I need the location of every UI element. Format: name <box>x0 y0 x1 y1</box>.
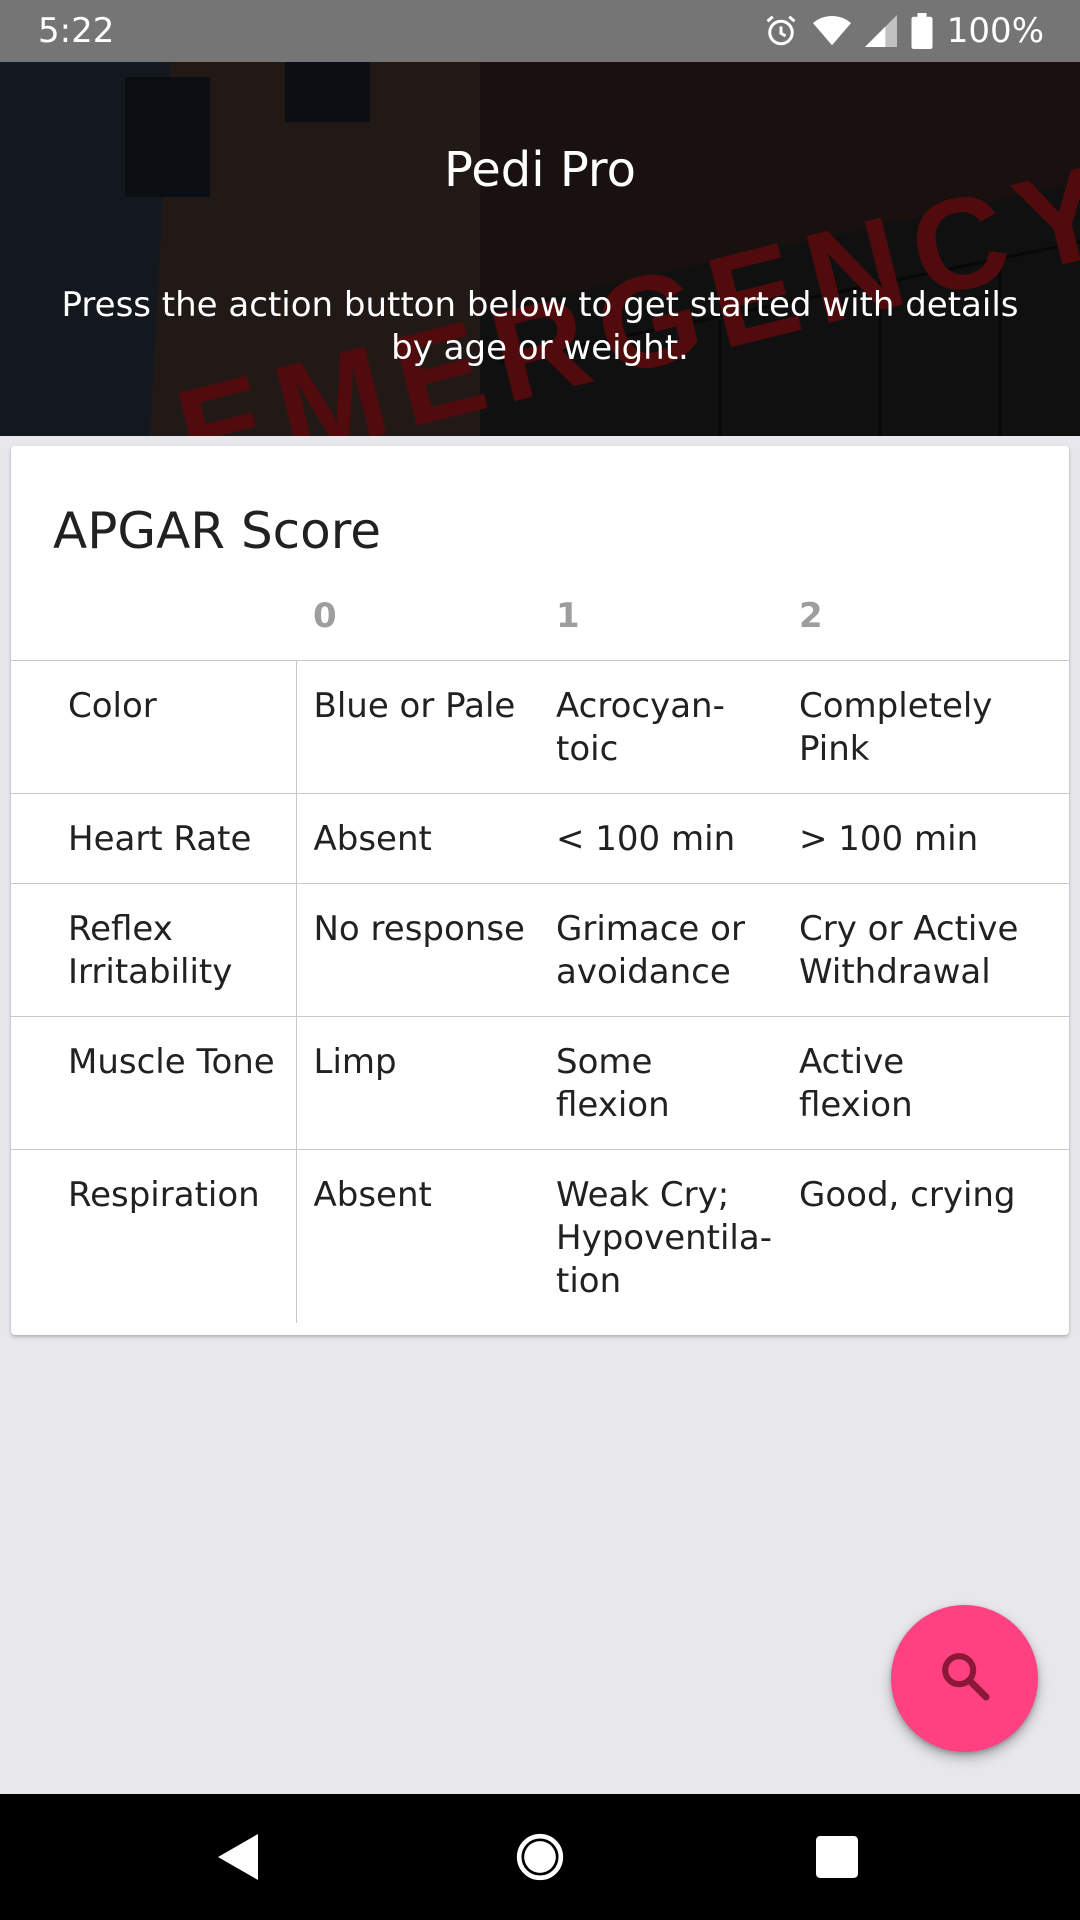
table-cell: Grimace or avoidance <box>539 883 782 1017</box>
wifi-icon <box>812 14 851 48</box>
table-cell: Completely Pink <box>782 660 1069 794</box>
home-icon <box>516 1833 564 1881</box>
table-cell: Active flexion <box>782 1016 1069 1150</box>
apgar-title: APGAR Score <box>53 502 381 560</box>
table-cell: Good, crying <box>782 1149 1069 1323</box>
table-cell: > 100 min <box>782 793 1069 884</box>
recents-icon <box>816 1836 858 1878</box>
table-cell: < 100 min <box>539 793 782 884</box>
table-cell: Cry or Active Withdrawal <box>782 883 1069 1017</box>
table-row: Heart Rate Absent < 100 min > 100 min <box>11 793 1069 884</box>
search-fab-button[interactable] <box>891 1605 1038 1752</box>
signal-icon <box>864 14 897 48</box>
table-cell: No response <box>296 883 539 1017</box>
status-time: 5:22 <box>38 11 115 51</box>
table-row: Muscle Tone Limp Some flexion Active flex… <box>11 1016 1069 1150</box>
search-icon <box>937 1648 993 1709</box>
table-row: Respiration Absent Weak Cry; Hypoventila-… <box>11 1149 1069 1323</box>
status-icons: 100% <box>763 11 1044 51</box>
table-row: Color Blue or Pale Acrocyan-toic Complet… <box>11 660 1069 794</box>
column-header-1: 1 <box>556 596 580 636</box>
row-label-reflex-irritability: Reflex Irritability <box>11 883 297 1017</box>
table-cell: Weak Cry; Hypoventila-tion <box>539 1149 782 1323</box>
table-cell: Acrocyan-toic <box>539 660 782 794</box>
row-label-heart-rate: Heart Rate <box>11 793 297 884</box>
table-cell: Absent <box>296 793 539 884</box>
battery-percent: 100% <box>946 11 1044 51</box>
app-title: Pedi Pro <box>444 142 636 198</box>
row-label-color: Color <box>11 660 297 794</box>
alarm-icon <box>763 13 799 49</box>
table-row: Reflex Irritability No response Grimace o… <box>11 883 1069 1017</box>
status-bar: 5:22 100% <box>0 0 1080 62</box>
row-label-respiration: Respiration <box>11 1149 297 1323</box>
recents-button[interactable] <box>777 1794 897 1920</box>
battery-icon <box>911 13 933 49</box>
home-button[interactable] <box>480 1794 600 1920</box>
header-overlay <box>0 62 1080 436</box>
table-cell: Limp <box>296 1016 539 1150</box>
back-icon <box>218 1834 258 1880</box>
apgar-table: Color Blue or Pale Acrocyan-toic Complet… <box>11 660 1069 1323</box>
table-cell: Blue or Pale <box>296 660 539 794</box>
column-header-2: 2 <box>799 596 823 636</box>
row-label-muscle-tone: Muscle Tone <box>11 1016 297 1150</box>
table-cell: Some flexion <box>539 1016 782 1150</box>
back-button[interactable] <box>178 1794 298 1920</box>
apgar-card: APGAR Score 0 1 2 Color Blue or Pale Acr… <box>11 446 1069 1335</box>
header-banner: EMERGENCY Pedi Pro Press the action butt… <box>0 62 1080 436</box>
column-header-0: 0 <box>313 596 337 636</box>
table-cell: Absent <box>296 1149 539 1323</box>
header-subtitle: Press the action button below to get sta… <box>61 285 1019 368</box>
navigation-bar <box>0 1794 1080 1920</box>
